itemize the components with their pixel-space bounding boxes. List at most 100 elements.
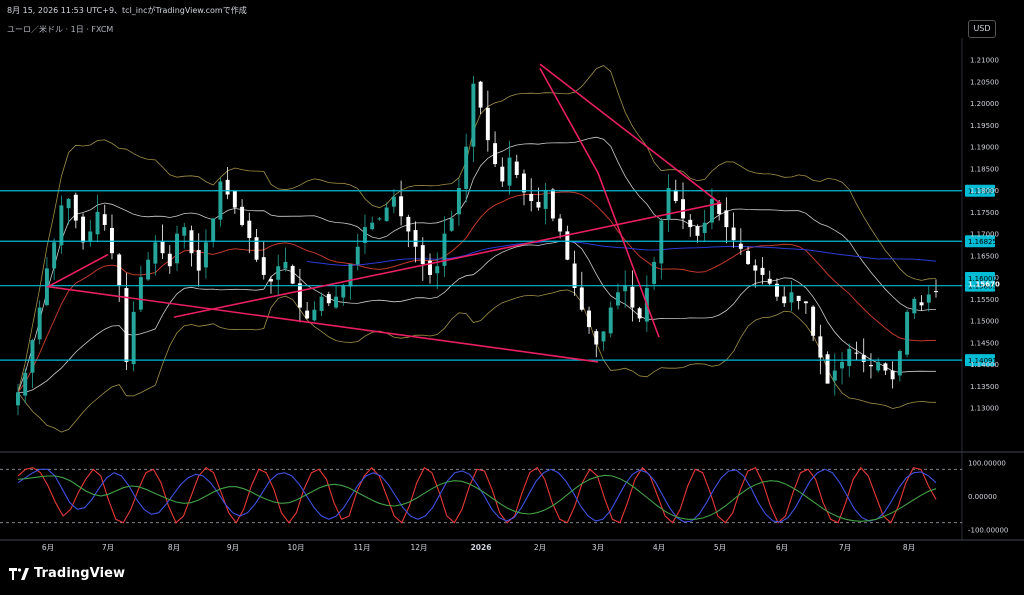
candle-body [225, 179, 230, 195]
candle-body [550, 189, 555, 219]
candle-body [890, 370, 895, 380]
candle-body [348, 264, 353, 287]
candle-body [536, 201, 541, 208]
candle-body [782, 296, 787, 304]
candle-body [615, 292, 620, 306]
candle-body [840, 361, 845, 369]
candle-body [334, 296, 339, 308]
chart-area[interactable]: 1.179871.168251.158031.14091 1.210001.20… [0, 0, 1024, 595]
candle-body [290, 265, 295, 284]
candle-body [738, 243, 743, 249]
candle-body [854, 352, 859, 354]
candle-body [493, 143, 498, 165]
candle-body [175, 233, 179, 264]
candle-body [868, 364, 873, 367]
price-tick-label: 1.18500 [970, 165, 999, 173]
candle-body [514, 161, 519, 175]
candle-body [847, 348, 852, 367]
bollinger-lower-2 [17, 289, 937, 433]
time-tick-label: 6月 [42, 543, 54, 552]
price-tick-label: 1.20000 [970, 100, 999, 108]
price-tick-label: 1.15500 [970, 296, 999, 304]
candle-body [789, 292, 794, 303]
candle-body [23, 372, 28, 396]
price-tick-label: 1.19000 [970, 144, 999, 152]
candle-body [695, 226, 700, 236]
candle-body [391, 196, 396, 207]
candle-body [399, 196, 404, 217]
brand-logo[interactable]: TradingView [9, 566, 125, 581]
candle-body [66, 198, 71, 209]
candle-body [818, 336, 823, 358]
stoch-series-0 [17, 466, 937, 524]
candle-body [926, 294, 931, 303]
price-tick-label: 1.17500 [970, 209, 999, 217]
time-tick-label: 2026 [471, 543, 492, 552]
candle-body [702, 222, 707, 233]
candle-body [637, 308, 642, 319]
price-tick-label: 1.17000 [970, 231, 999, 239]
candle-body [753, 265, 758, 271]
candle-body [384, 207, 389, 222]
candle-body [912, 298, 917, 314]
candle-body [681, 199, 685, 219]
candle-body [623, 285, 628, 292]
brand-name: TradingView [34, 566, 126, 581]
candle-body [362, 227, 367, 243]
trendlines[interactable] [45, 63, 722, 363]
candle-body [88, 231, 93, 242]
candle-body [37, 307, 42, 340]
candle-body [594, 331, 599, 345]
candle-body [218, 181, 223, 220]
candle-body [52, 242, 57, 269]
time-tick-label: 8月 [903, 543, 915, 552]
time-tick-label: 11月 [353, 543, 370, 552]
time-tick-label: 7月 [839, 543, 851, 552]
candle-body [377, 218, 382, 220]
price-tick-label: 1.13000 [970, 405, 999, 413]
candle-body [153, 242, 158, 264]
candle-body [81, 216, 86, 243]
candle-body [73, 194, 78, 221]
candle-body [652, 261, 657, 284]
candle-body [167, 253, 172, 267]
candle-body [507, 157, 512, 186]
candle-body [767, 278, 772, 284]
candle-body [305, 310, 310, 319]
bollinger-upper-2 [17, 65, 937, 393]
candle-body [297, 283, 302, 308]
candle-body [240, 206, 245, 225]
candle-body [905, 311, 910, 355]
candle-body [326, 294, 331, 304]
candle-body [131, 311, 136, 365]
time-tick-label: 4月 [653, 543, 665, 552]
candle-body [124, 288, 129, 362]
candle-body [587, 310, 592, 328]
candle-body [269, 279, 273, 282]
candle-body [522, 173, 526, 193]
candle-body [478, 81, 483, 108]
time-tick-label: 8月 [168, 543, 180, 552]
candle-body [247, 220, 252, 238]
candle-body [413, 230, 418, 247]
candle-body [341, 285, 346, 298]
price-tick-label: 1.16500 [970, 252, 999, 260]
time-tick-label: 12月 [410, 543, 427, 552]
candle-body [109, 227, 114, 254]
candle-body [117, 254, 122, 286]
candle-body [160, 241, 165, 254]
price-tick-label: 1.15000 [970, 318, 999, 326]
price-tick-label: 1.18000 [970, 187, 999, 195]
candle-body [673, 189, 678, 202]
time-axis[interactable]: 6月 7月 8月 9月 10月 11月 12月 2026 2月 3月 4月 5月 6月 7月 8月 [42, 543, 915, 552]
stoch-tick-label: 100.00000 [968, 460, 1006, 468]
time-tick-label: 10月 [287, 543, 304, 552]
candle-body [203, 242, 208, 268]
trendline [539, 68, 660, 338]
candle-body [261, 257, 266, 275]
candle-body [16, 392, 20, 406]
candle-body [659, 220, 664, 264]
price-tick-label: 1.14000 [970, 361, 999, 369]
candle-body [876, 361, 881, 371]
candle-body [471, 83, 476, 147]
